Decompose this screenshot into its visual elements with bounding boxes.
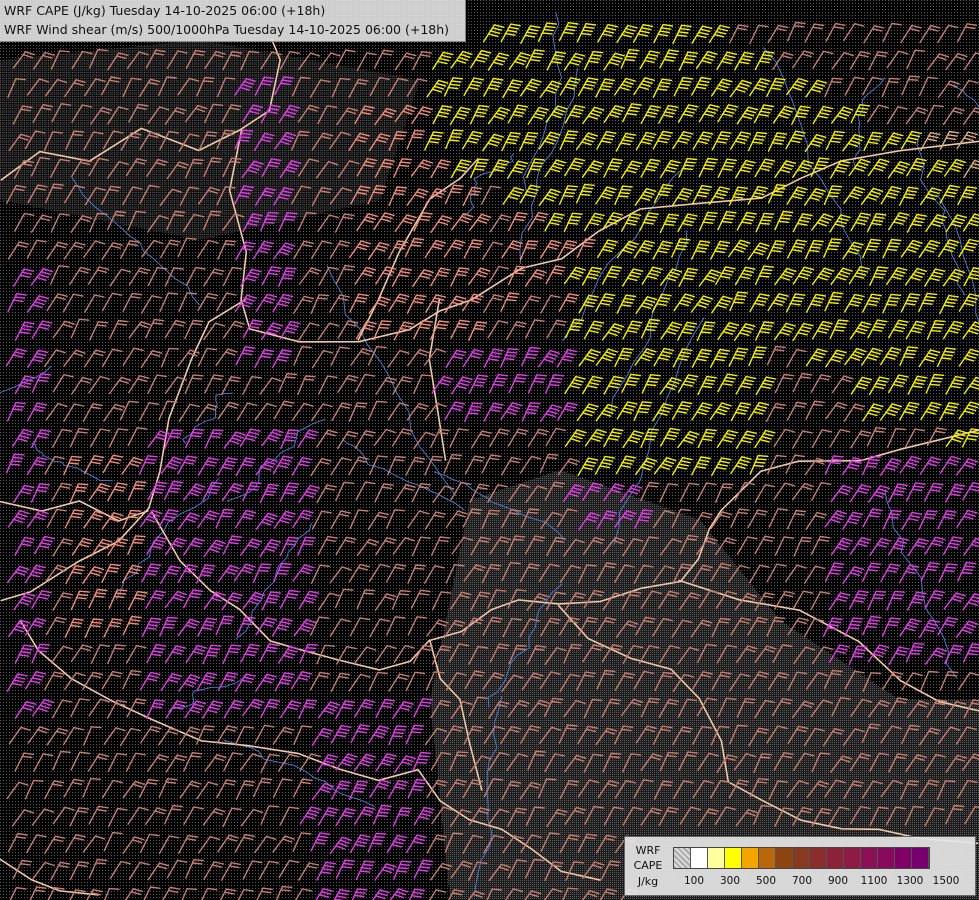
legend-swatch xyxy=(793,848,810,868)
legend-swatch xyxy=(776,848,793,868)
legend-swatch xyxy=(742,848,759,868)
title-line-shear: WRF Wind shear (m/s) 500/1000hPa Tuesday… xyxy=(4,22,450,37)
legend-swatch xyxy=(895,848,912,868)
legend-swatch xyxy=(674,848,691,868)
title-line-cape: WRF CAPE (J/kg) Tuesday 14-10-2025 06:00… xyxy=(4,3,326,18)
legend-swatch xyxy=(861,848,878,868)
legend-swatch xyxy=(912,848,929,868)
legend-tick: 100 xyxy=(683,875,705,887)
legend-label-cape: CAPE xyxy=(633,859,663,872)
legend-swatch xyxy=(725,848,742,868)
map-title: WRF CAPE (J/kg) Tuesday 14-10-2025 06:00… xyxy=(0,0,466,42)
legend-tick: 300 xyxy=(719,875,741,887)
legend-tick: 1300 xyxy=(896,875,924,887)
wind-shear-map xyxy=(0,0,979,900)
legend-swatch xyxy=(878,848,895,868)
legend-swatch xyxy=(827,848,844,868)
legend-tick: 500 xyxy=(755,875,777,887)
legend-swatch xyxy=(691,848,708,868)
legend-tick: 1500 xyxy=(932,875,960,887)
legend-tick-labels: 100 300 500 700 900 1100 1300 1500 xyxy=(673,875,973,889)
legend-tick: 1100 xyxy=(860,875,888,887)
legend-label-wrf: WRF xyxy=(635,844,661,857)
cape-legend: WRF CAPE J/kg 100 300 500 700 900 1100 1300 150… xyxy=(624,836,976,896)
legend-swatch xyxy=(759,848,776,868)
legend-tick: 900 xyxy=(827,875,849,887)
legend-swatch xyxy=(844,848,861,868)
legend-label-unit: J/kg xyxy=(637,875,659,888)
legend-tick: 700 xyxy=(791,875,813,887)
legend-swatch xyxy=(708,848,725,868)
legend-swatch xyxy=(810,848,827,868)
legend-color-scale xyxy=(673,847,930,869)
